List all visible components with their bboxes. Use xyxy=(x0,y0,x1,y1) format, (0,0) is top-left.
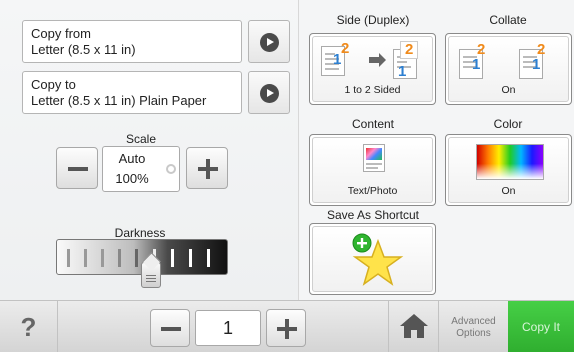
copy-it-button[interactable]: Copy It xyxy=(508,301,574,352)
side-duplex-tile[interactable]: 1 2 1 2 1 to 2 Sided xyxy=(309,33,436,105)
content-value: Text/Photo xyxy=(347,185,398,197)
collate-value: On xyxy=(501,84,516,96)
arrow-right-icon xyxy=(369,57,379,63)
advanced-options-button[interactable]: Advanced Options xyxy=(438,301,508,352)
arrow-right-icon xyxy=(260,33,279,52)
darkness-label: Darkness xyxy=(114,226,166,240)
color-gradient-icon xyxy=(476,144,544,180)
copy-from-field[interactable]: Copy from Letter (8.5 x 11 in) xyxy=(22,20,242,63)
minus-icon xyxy=(161,327,181,331)
collate-number-2: 2 xyxy=(477,41,486,58)
duplex-number-2: 2 xyxy=(341,40,350,57)
copies-minus-button[interactable] xyxy=(150,309,190,347)
home-button[interactable] xyxy=(388,301,438,352)
color-label: Color xyxy=(493,117,523,131)
copy-to-label: Copy to xyxy=(31,77,76,92)
help-button[interactable]: ? xyxy=(0,301,58,352)
copy-to-row: Copy to Letter (8.5 x 11 in) Plain Paper xyxy=(22,71,290,114)
arrow-right-icon xyxy=(260,84,279,103)
content-tile[interactable]: Text/Photo xyxy=(309,134,436,206)
color-value: On xyxy=(501,185,516,197)
side-duplex-value: 1 to 2 Sided xyxy=(344,84,401,96)
shortcut-label: Save As Shortcut xyxy=(326,208,420,222)
color-tile[interactable]: On xyxy=(445,134,572,206)
collate-number-2b: 2 xyxy=(537,41,546,58)
scale-minus-button[interactable] xyxy=(56,147,98,189)
radio-icon[interactable] xyxy=(166,164,176,174)
scale-plus-button[interactable] xyxy=(186,147,228,189)
star-add-icon xyxy=(352,233,404,286)
scale-mode: Auto xyxy=(118,151,146,166)
text-photo-icon xyxy=(363,144,385,172)
duplex-number-2b: 2 xyxy=(405,41,414,58)
bottom-bar: ? 1 Advanced Options Copy It xyxy=(0,300,574,352)
copy-from-arrow-button[interactable] xyxy=(248,20,290,63)
copy-it-label: Copy It xyxy=(521,320,560,334)
content-label: Content xyxy=(351,117,395,131)
copies-plus-button[interactable] xyxy=(266,309,306,347)
home-icon xyxy=(400,314,428,338)
left-panel: Copy from Letter (8.5 x 11 in) Copy to L… xyxy=(0,0,298,300)
darkness-slider-thumb[interactable] xyxy=(141,262,161,288)
scale-field[interactable]: Auto 100% xyxy=(102,146,180,192)
help-icon: ? xyxy=(20,312,37,342)
copy-from-label: Copy from xyxy=(31,26,91,41)
duplex-number-1b: 1 xyxy=(398,63,407,80)
side-duplex-label: Side (Duplex) xyxy=(336,13,410,27)
scale-label: Scale xyxy=(125,132,157,146)
copy-to-value: Letter (8.5 x 11 in) Plain Paper xyxy=(31,93,207,108)
minus-icon xyxy=(68,167,88,171)
copy-from-row: Copy from Letter (8.5 x 11 in) xyxy=(22,20,290,63)
scale-percent: 100% xyxy=(115,171,149,186)
collate-tile[interactable]: 1 2 1 2 On xyxy=(445,33,572,105)
save-shortcut-tile[interactable] xyxy=(309,223,436,295)
copy-to-field[interactable]: Copy to Letter (8.5 x 11 in) Plain Paper xyxy=(22,71,242,114)
copy-from-value: Letter (8.5 x 11 in) xyxy=(31,42,136,57)
advanced-options-label: Advanced Options xyxy=(451,316,496,339)
collate-label: Collate xyxy=(489,13,527,27)
copy-to-arrow-button[interactable] xyxy=(248,71,290,114)
copies-input[interactable]: 1 xyxy=(195,310,261,346)
